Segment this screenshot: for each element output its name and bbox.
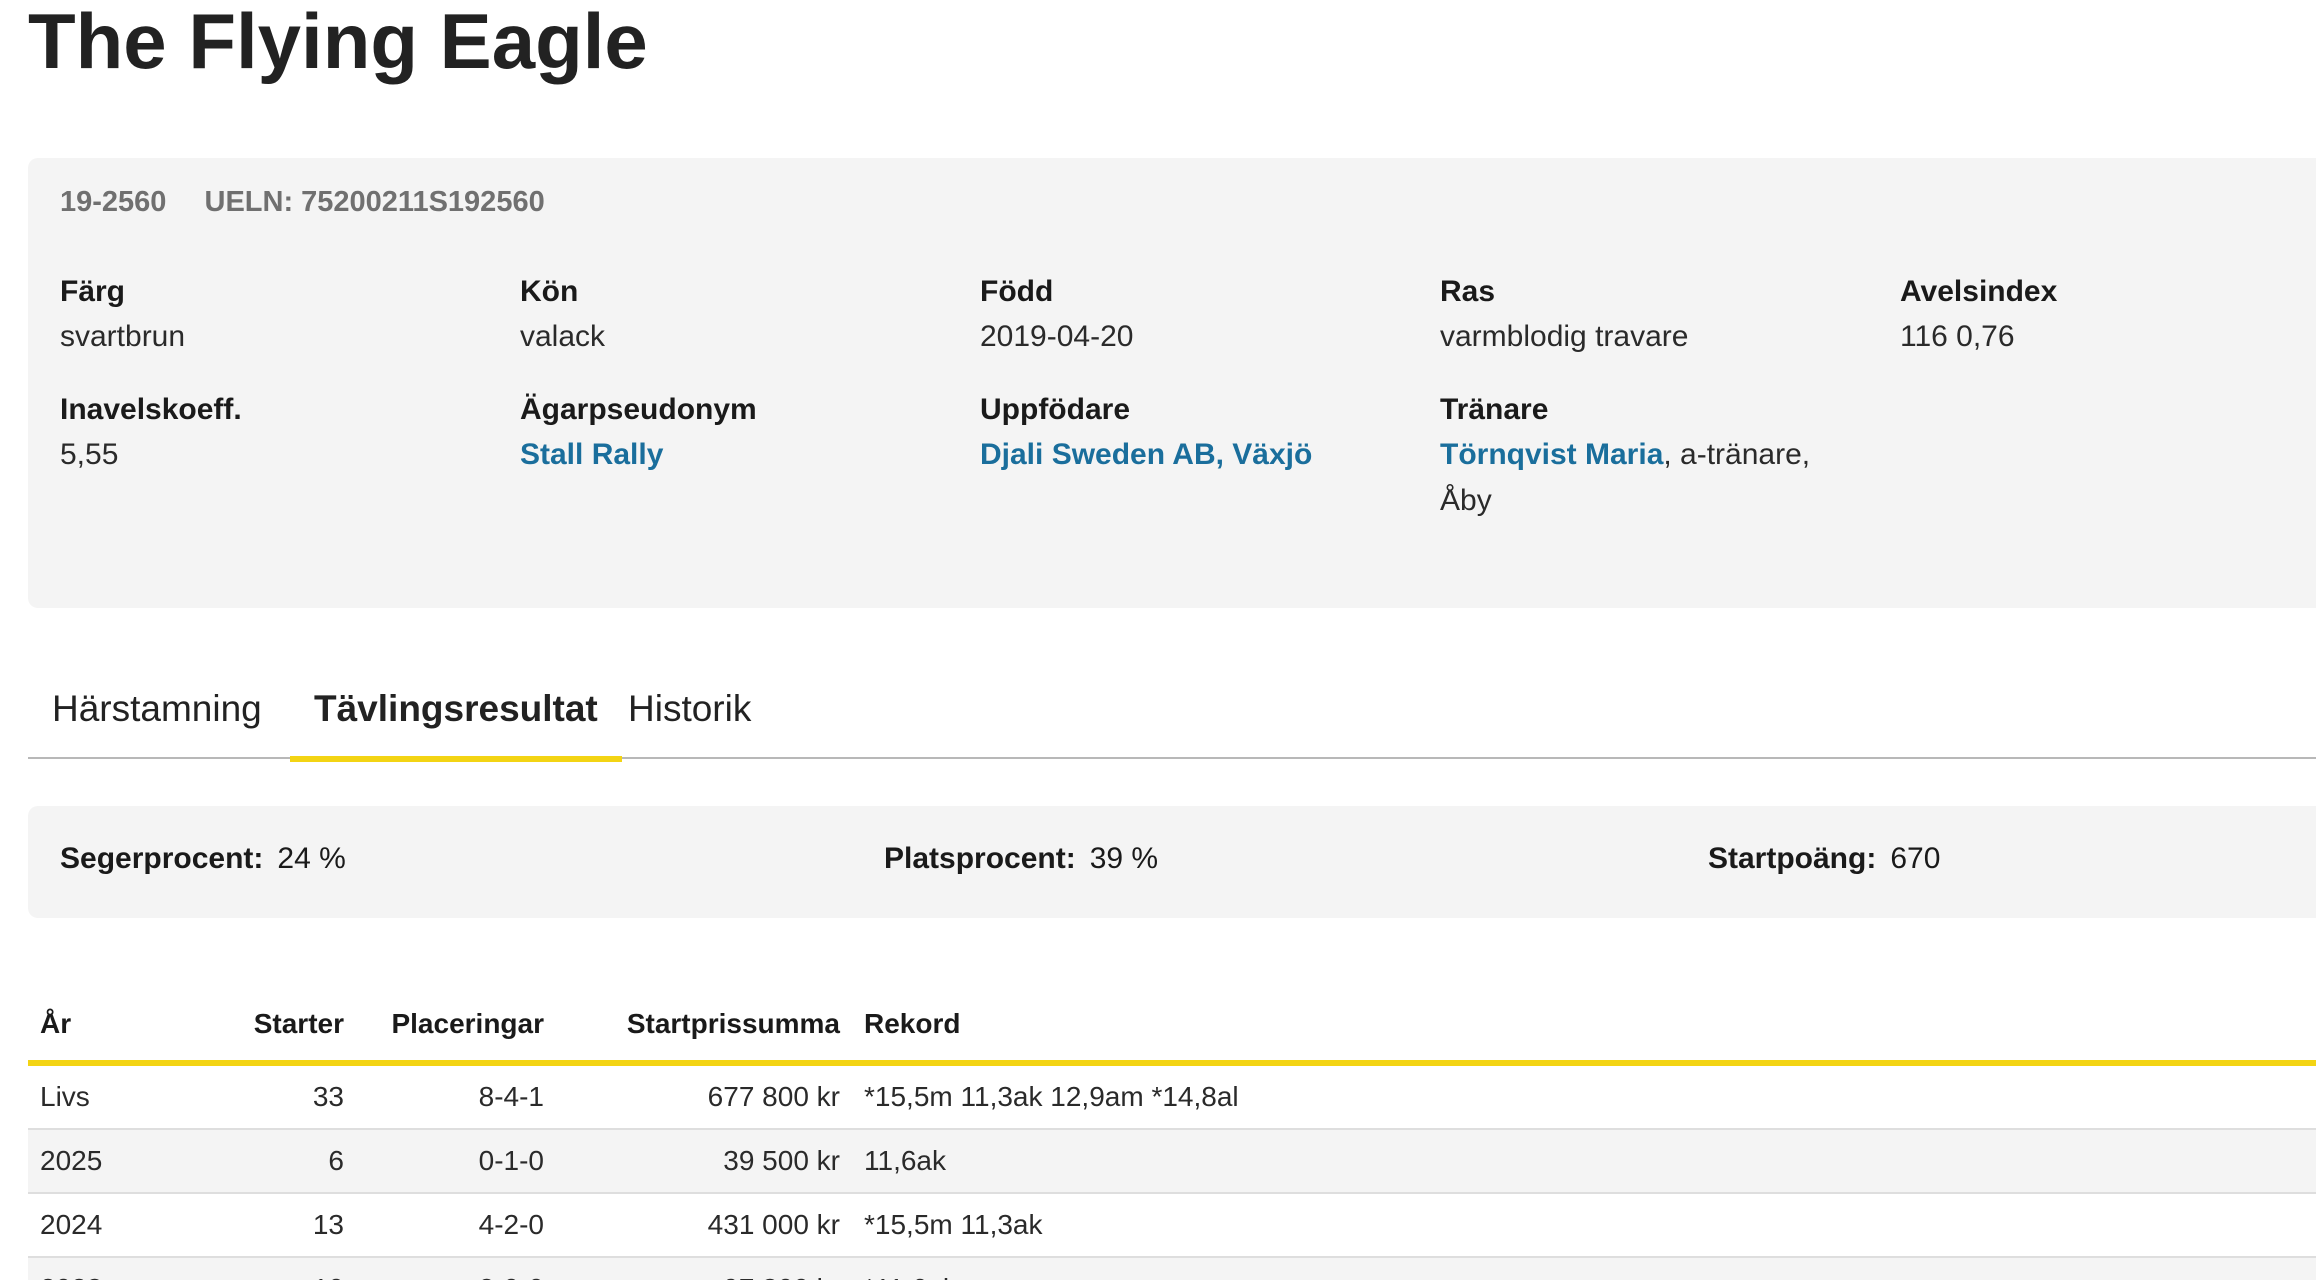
column-header-startprissumma[interactable]: Startprissumma: [556, 988, 852, 1066]
column-header-placeringar[interactable]: Placeringar: [356, 988, 556, 1066]
trainer-role: , a-tränare,: [1663, 438, 1811, 471]
field-label: Ägarpseudonym: [520, 393, 757, 426]
field-value: 5,55: [60, 438, 119, 471]
cell-year: 2024: [28, 1193, 202, 1258]
tab-bar: Härstamning Tävlingsresultat Historik: [28, 660, 2316, 762]
cell-placeringar: 8-4-1: [356, 1063, 556, 1130]
page: The Flying Eagle 19-2560 UELN: 75200211S…: [0, 0, 2316, 1280]
field-label: Född: [980, 275, 1054, 308]
trainer-link[interactable]: Törnqvist Maria: [1440, 438, 1663, 471]
cell-placeringar: 0-1-0: [356, 1129, 556, 1194]
cell-rekord: *15,5m 11,3ak: [852, 1193, 2316, 1258]
stats-bar: Segerprocent: 24 % Platsprocent: 39 % Star…: [28, 806, 2316, 918]
column-header-starter[interactable]: Starter: [202, 988, 356, 1066]
stat-value: 39 %: [1089, 842, 1159, 875]
tab-historik[interactable]: Historik: [628, 678, 751, 756]
field-value: varmblodig travare: [1440, 320, 1689, 353]
stat-value: 24 %: [277, 842, 346, 875]
field-label: Färg: [60, 275, 126, 308]
cell-rekord: 11,6ak: [852, 1129, 2316, 1194]
cell-year: 2023: [28, 1257, 202, 1280]
field-avelsindex: Avelsindex 116 0,76: [1900, 270, 2316, 360]
field-label: Avelsindex: [1900, 275, 2058, 308]
field-kon: Kön valack: [520, 270, 960, 360]
cell-rekord: *15,5m 11,3ak 12,9am *14,8al: [852, 1063, 2316, 1130]
stat-segerprocent: Segerprocent: 24 %: [60, 842, 346, 876]
field-value: svartbrun: [60, 320, 186, 353]
field-value: valack: [520, 320, 606, 353]
column-header-ar[interactable]: År: [28, 988, 202, 1066]
tab-harstamning[interactable]: Härstamning: [52, 678, 262, 756]
breeder-link[interactable]: Djali Sweden AB, Växjö: [980, 438, 1312, 471]
cell-placeringar: 4-2-0: [356, 1193, 556, 1258]
results-table: År Starter Placeringar Startprissumma Re…: [28, 988, 2316, 1280]
horse-identifiers: 19-2560 UELN: 75200211S192560: [60, 186, 575, 219]
field-label: Uppfödare: [980, 393, 1130, 426]
field-ras: Ras varmblodig travare: [1440, 270, 1880, 360]
cell-year: Livs: [28, 1063, 202, 1130]
field-uppfodare: Uppfödare Djali Sweden AB, Växjö: [980, 388, 1420, 478]
ueln-number: UELN: 75200211S192560: [204, 186, 545, 218]
field-inavelskoeff: Inavelskoeff. 5,55: [60, 388, 500, 478]
owner-link[interactable]: Stall Rally: [520, 438, 663, 471]
field-farg: Färg svartbrun: [60, 270, 500, 360]
cell-starter: 6: [202, 1129, 356, 1194]
cell-startprissumma: 39 500 kr: [556, 1129, 852, 1194]
horse-info-card: 19-2560 UELN: 75200211S192560 Färg svart…: [28, 158, 2316, 608]
cell-rekord: *11,6ak: [852, 1257, 2316, 1280]
field-value: 116 0,76: [1900, 320, 2015, 353]
table-row[interactable]: Livs 33 8-4-1 677 800 kr *15,5m 11,3ak 1…: [28, 1063, 2316, 1130]
column-header-rekord[interactable]: Rekord: [852, 988, 2316, 1066]
table-row[interactable]: 2025 6 0-1-0 39 500 kr 11,6ak: [28, 1129, 2316, 1194]
field-tranare: Tränare Törnqvist Maria, a-tränare, Åby: [1440, 388, 1880, 524]
tab-tavlingsresultat[interactable]: Tävlingsresultat: [290, 678, 622, 762]
field-agarpseudonym: Ägarpseudonym Stall Rally: [520, 388, 960, 478]
cell-year: 2025: [28, 1129, 202, 1194]
page-title: The Flying Eagle: [28, 0, 648, 85]
cell-starter: 13: [202, 1193, 356, 1258]
field-label: Ras: [1440, 275, 1496, 308]
field-label: Inavelskoeff.: [60, 393, 242, 426]
cell-starter: 10: [202, 1257, 356, 1280]
table-row[interactable]: 2023 10 2-0-0 97 300 kr *11,6ak: [28, 1257, 2316, 1280]
table-header-row: År Starter Placeringar Startprissumma Re…: [28, 988, 2316, 1066]
field-fodd: Född 2019-04-20: [980, 270, 1420, 360]
registration-number: 19-2560: [60, 186, 167, 218]
trainer-place: Åby: [1440, 484, 1492, 517]
stat-platsprocent: Platsprocent: 39 %: [884, 842, 1158, 876]
stat-value: 670: [1890, 842, 1941, 875]
cell-startprissumma: 431 000 kr: [556, 1193, 852, 1258]
cell-startprissumma: 677 800 kr: [556, 1063, 852, 1130]
stat-startpoang: Startpoäng: 670: [1708, 842, 1940, 876]
stat-label: Startpoäng:: [1708, 842, 1877, 875]
stat-label: Platsprocent:: [884, 842, 1076, 875]
cell-placeringar: 2-0-0: [356, 1257, 556, 1280]
field-value: 2019-04-20: [980, 320, 1134, 353]
table-row[interactable]: 2024 13 4-2-0 431 000 kr *15,5m 11,3ak: [28, 1193, 2316, 1258]
stat-label: Segerprocent:: [60, 842, 264, 875]
field-label: Tränare: [1440, 393, 1549, 426]
field-label: Kön: [520, 275, 579, 308]
cell-starter: 33: [202, 1063, 356, 1130]
cell-startprissumma: 97 300 kr: [556, 1257, 852, 1280]
